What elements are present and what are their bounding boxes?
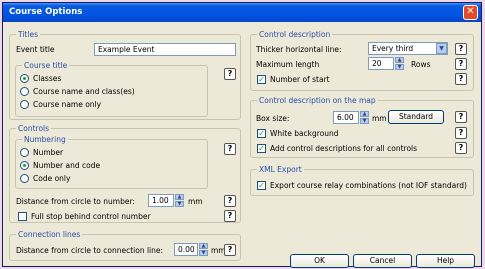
- control-description-group: Control description Thicker horizontal l…: [250, 30, 474, 91]
- add-descriptions-label: Add control descriptions for all control…: [270, 144, 418, 153]
- course-title-group: Course title Classes Course name and cla…: [15, 61, 208, 117]
- full-stop-checkbox[interactable]: [18, 212, 27, 221]
- relay-combinations-checkbox[interactable]: ✓: [257, 181, 266, 190]
- number-of-start-label: Number of start: [270, 75, 330, 84]
- box-size-label: Box size:: [256, 114, 290, 123]
- circle-to-number-help-icon[interactable]: ?: [224, 195, 236, 207]
- control-description-legend: Control description: [257, 30, 333, 39]
- help-button[interactable]: Help: [416, 254, 475, 268]
- thicker-line-select[interactable]: Every third ▼: [368, 42, 448, 55]
- window-title: Course Options: [9, 7, 83, 17]
- ok-button[interactable]: OK: [290, 254, 349, 268]
- description-on-map-group: Control description on the map Box size:…: [250, 96, 474, 158]
- number-of-start-checkbox[interactable]: ✓: [257, 75, 266, 84]
- white-background-checkbox[interactable]: ✓: [257, 129, 266, 138]
- standard-button[interactable]: Standard: [388, 110, 444, 124]
- radio-code-only-label: Code only: [33, 174, 71, 183]
- circle-to-connection-help-icon[interactable]: ?: [224, 244, 236, 256]
- spin-up-icon[interactable]: ▲: [175, 194, 184, 200]
- radio-course-name-only-label: Course name only: [33, 100, 102, 109]
- thicker-line-value: Every third: [372, 44, 414, 53]
- connection-lines-legend: Connection lines: [16, 230, 83, 239]
- box-size-spinner[interactable]: ▲ ▼: [360, 111, 369, 124]
- white-background-label: White background: [270, 129, 339, 138]
- course-title-legend: Course title: [22, 61, 70, 70]
- event-title-label: Event title: [16, 45, 55, 54]
- course-title-help-icon[interactable]: ?: [224, 68, 236, 80]
- course-options-dialog: Course Options ✕ Titles Event title Exam…: [2, 2, 482, 268]
- radio-classes-label: Classes: [33, 74, 62, 83]
- circle-to-number-label: Distance from circle to number:: [16, 197, 135, 206]
- thicker-line-label: Thicker horizontal line:: [256, 45, 342, 54]
- spin-up-icon[interactable]: ▲: [395, 57, 404, 63]
- titles-legend: Titles: [16, 30, 40, 39]
- close-button[interactable]: ✕: [463, 5, 478, 20]
- full-stop-help-icon[interactable]: ?: [224, 210, 236, 222]
- radio-classes[interactable]: [20, 74, 29, 83]
- add-descriptions-checkbox[interactable]: ✓: [257, 144, 266, 153]
- radio-number-and-code[interactable]: [20, 161, 29, 170]
- max-length-spinner[interactable]: ▲ ▼: [395, 57, 404, 70]
- spin-down-icon[interactable]: ▼: [360, 118, 369, 124]
- full-stop-label: Full stop behind control number: [31, 212, 151, 221]
- numbering-help-icon[interactable]: ?: [224, 143, 236, 155]
- title-bar: Course Options ✕: [3, 3, 481, 22]
- numbering-group: Numbering Number Number and code Code on…: [15, 135, 208, 189]
- controls-legend: Controls: [16, 124, 52, 133]
- relay-combinations-label: Export course relay combinations (not IO…: [270, 181, 467, 190]
- radio-course-name-and-classes-label: Course name and class(es): [33, 87, 135, 96]
- titles-group: Titles Event title Example Event Course …: [9, 30, 241, 120]
- numbering-legend: Numbering: [22, 135, 68, 144]
- add-descriptions-help-icon[interactable]: ?: [455, 142, 467, 154]
- radio-number[interactable]: [20, 148, 29, 157]
- white-background-help-icon[interactable]: ?: [455, 127, 467, 139]
- radio-number-label: Number: [33, 148, 64, 157]
- number-of-start-help-icon[interactable]: ?: [455, 73, 467, 85]
- max-length-label: Maximum length: [256, 60, 320, 69]
- radio-number-and-code-label: Number and code: [33, 161, 101, 170]
- circle-to-number-input[interactable]: 1.00: [148, 194, 174, 207]
- event-title-input[interactable]: Example Event: [94, 43, 236, 56]
- thicker-line-help-icon[interactable]: ?: [455, 43, 467, 55]
- connection-lines-group: Connection lines Distance from circle to…: [9, 230, 241, 261]
- radio-code-only[interactable]: [20, 174, 29, 183]
- chevron-down-icon[interactable]: ▼: [436, 43, 447, 54]
- controls-group: Controls Numbering Number Number and cod…: [9, 124, 241, 223]
- spin-down-icon[interactable]: ▼: [199, 250, 208, 256]
- circle-to-connection-input[interactable]: 0.00: [174, 243, 198, 256]
- circle-to-connection-label: Distance from circle to connection line:: [16, 246, 164, 255]
- circle-to-connection-spinner[interactable]: ▲ ▼: [199, 243, 208, 256]
- radio-course-name-and-classes[interactable]: [20, 87, 29, 96]
- xml-export-group: XML Export ✓ Export course relay combina…: [250, 165, 474, 196]
- spin-up-icon[interactable]: ▲: [360, 111, 369, 117]
- spin-down-icon[interactable]: ▼: [175, 201, 184, 207]
- max-length-help-icon[interactable]: ?: [455, 58, 467, 70]
- spin-down-icon[interactable]: ▼: [395, 64, 404, 70]
- box-size-input[interactable]: 6.00: [333, 111, 359, 124]
- cancel-button[interactable]: Cancel: [353, 254, 412, 268]
- xml-export-legend: XML Export: [257, 165, 304, 174]
- circle-to-number-spinner[interactable]: ▲ ▼: [175, 194, 184, 207]
- box-size-unit: mm: [372, 114, 387, 123]
- max-length-unit: Rows: [411, 60, 431, 69]
- spin-up-icon[interactable]: ▲: [199, 243, 208, 249]
- circle-to-number-unit: mm: [188, 197, 203, 206]
- box-size-help-icon[interactable]: ?: [455, 111, 467, 123]
- description-on-map-legend: Control description on the map: [257, 96, 378, 105]
- radio-course-name-only[interactable]: [20, 100, 29, 109]
- max-length-input[interactable]: 20: [368, 57, 394, 70]
